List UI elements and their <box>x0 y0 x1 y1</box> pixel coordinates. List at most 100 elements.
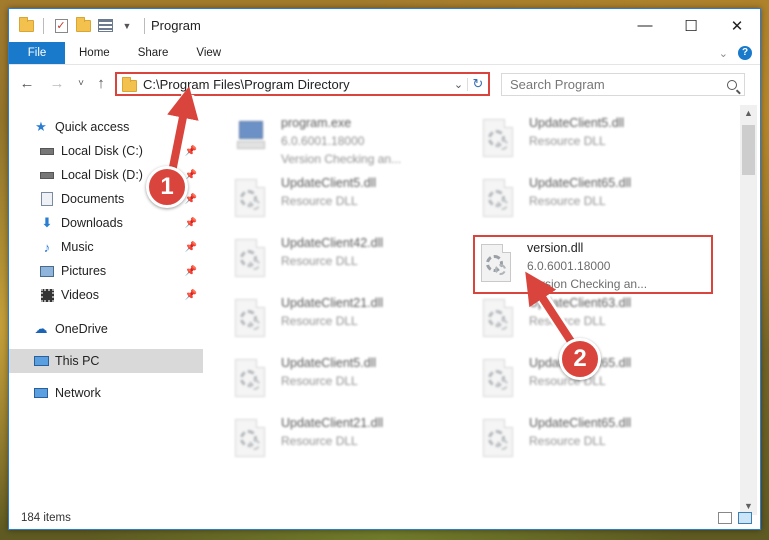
address-bar[interactable]: C:\Program Files\Program Directory ⌄ ↻ <box>115 72 490 96</box>
star-icon: ★ <box>35 119 47 134</box>
dll-file-icon <box>235 299 273 343</box>
sidebar-item-local-disk-c[interactable]: Local Disk (C:) 📌 <box>39 139 203 163</box>
forward-button[interactable]: → <box>47 73 67 93</box>
file-name: UpdateClient21.dll <box>281 416 384 430</box>
dll-file-icon <box>235 359 273 403</box>
network-icon <box>33 385 49 401</box>
file-name: UpdateClient65.dll <box>529 416 632 430</box>
up-button[interactable]: ↑ <box>91 73 111 93</box>
sidebar-item-label: Network <box>55 386 101 400</box>
scrollbar-thumb[interactable] <box>742 125 755 175</box>
dll-file-icon <box>483 359 521 403</box>
dll-file-icon <box>483 419 521 463</box>
search-input[interactable]: Search Program <box>510 77 605 92</box>
search-box[interactable]: Search Program <box>501 73 745 96</box>
file-version: 6.0.6001.18000 <box>281 134 365 148</box>
sidebar-item-network[interactable]: Network <box>33 381 203 405</box>
back-button[interactable]: ← <box>17 73 37 93</box>
pin-icon: 📌 <box>184 241 197 253</box>
file-tile[interactable]: UpdateClient5.dll Resource DLL <box>229 175 465 229</box>
properties-check-icon[interactable]: ✓ <box>52 17 70 35</box>
address-dropdown-chevron-icon[interactable]: ⌄ <box>450 77 468 91</box>
sidebar-item-quick-access[interactable]: ★ Quick access <box>33 115 203 139</box>
search-icon[interactable] <box>727 79 737 90</box>
videos-icon <box>39 287 55 303</box>
file-tile[interactable]: UpdateClient21.dll Resource DLL <box>229 295 465 349</box>
sidebar-item-downloads[interactable]: ⬇ Downloads 📌 <box>39 211 203 235</box>
sidebar-item-pictures[interactable]: Pictures 📌 <box>39 259 203 283</box>
large-icons-view-icon[interactable] <box>738 512 752 524</box>
file-name: UpdateClient5.dll <box>281 356 377 370</box>
navigation-pane: ★ Quick access Local Disk (C:) 📌 Local D… <box>9 105 205 505</box>
item-count: 184 items <box>21 512 71 524</box>
dll-file-icon <box>235 239 273 283</box>
file-tile[interactable]: UpdateClient5.dll Resource DLL <box>229 355 465 409</box>
pin-icon: 📌 <box>184 145 197 157</box>
dll-file-icon <box>483 179 521 223</box>
sidebar-item-label: Local Disk (C:) <box>61 144 143 158</box>
file-name: UpdateClient5.dll <box>281 176 377 190</box>
new-folder-icon[interactable] <box>74 16 92 35</box>
sidebar-item-label: Downloads <box>61 216 123 230</box>
title-bar: ✓ ▼ Program — ☐ ✕ <box>9 9 760 42</box>
sidebar-item-music[interactable]: ♪ Music 📌 <box>39 235 203 259</box>
file-tile[interactable]: UpdateClient42.dll Resource DLL <box>229 235 465 289</box>
close-button[interactable]: ✕ <box>714 9 760 42</box>
sidebar-item-label: Quick access <box>55 120 130 134</box>
expand-ribbon-chevron-icon[interactable]: ⌄ <box>719 47 728 60</box>
tab-file[interactable]: File <box>9 42 65 64</box>
minimize-button[interactable]: — <box>622 9 668 42</box>
explorer-window: ✓ ▼ Program — ☐ ✕ File Home Share View ⌄… <box>8 8 761 530</box>
file-list: program.exe 6.0.6001.18000 Version Check… <box>205 105 739 505</box>
file-tile[interactable]: UpdateClient21.dll Resource DLL <box>229 415 465 469</box>
sidebar-item-label: Documents <box>61 192 125 206</box>
window-controls: — ☐ ✕ <box>622 9 760 42</box>
pictures-icon <box>39 263 55 279</box>
scroll-up-arrow-icon[interactable]: ▲ <box>740 105 757 122</box>
file-tile[interactable]: UpdateClient5.dll Resource DLL <box>477 115 713 169</box>
file-name: UpdateClient42.dll <box>281 236 384 250</box>
dll-file-icon <box>235 419 273 463</box>
sidebar-item-onedrive[interactable]: ☁ OneDrive <box>33 317 203 341</box>
address-path[interactable]: C:\Program Files\Program Directory <box>143 77 350 92</box>
details-view-icon[interactable] <box>718 512 732 524</box>
sidebar-item-videos[interactable]: Videos 📌 <box>39 283 203 307</box>
file-type: Resource DLL <box>281 434 358 448</box>
file-tile-version-dll[interactable]: version.dll 6.0.6001.18000 Version Check… <box>473 235 713 294</box>
download-icon: ⬇ <box>41 215 53 230</box>
file-tile[interactable]: UpdateClient65.dll Resource DLL <box>477 415 713 469</box>
refresh-icon[interactable]: ↻ <box>468 76 488 92</box>
maximize-button[interactable]: ☐ <box>668 9 714 42</box>
sidebar-item-label: Local Disk (D:) <box>61 168 143 182</box>
file-name: UpdateClient65.dll <box>529 176 632 190</box>
folder-icon <box>122 76 137 92</box>
tab-view[interactable]: View <box>182 42 235 64</box>
properties-icon[interactable] <box>96 17 114 35</box>
customize-toolbar-chevron-icon[interactable]: ▼ <box>118 17 136 35</box>
ribbon-tabs: File Home Share View ⌄ ? <box>9 42 760 65</box>
recent-locations-button[interactable]: ˅ <box>71 73 91 93</box>
music-icon: ♪ <box>43 239 51 255</box>
sidebar-item-label: Videos <box>61 288 99 302</box>
status-bar: 184 items <box>9 506 760 530</box>
help-icon[interactable]: ? <box>738 46 752 60</box>
sidebar-item-label: This PC <box>55 354 100 368</box>
vertical-scrollbar[interactable]: ▲ ▼ <box>740 105 757 515</box>
drive-icon <box>39 167 55 183</box>
file-name: version.dll <box>527 241 584 255</box>
sidebar-item-label: OneDrive <box>55 322 108 336</box>
tab-home[interactable]: Home <box>65 42 124 64</box>
pin-icon: 📌 <box>184 265 197 277</box>
drive-icon <box>39 143 55 159</box>
sidebar-item-label: Pictures <box>61 264 107 278</box>
sidebar-item-this-pc[interactable]: This PC <box>9 349 203 373</box>
file-tile[interactable]: UpdateClient63.dll Resource DLL <box>477 295 713 349</box>
file-type: Resource DLL <box>281 314 358 328</box>
cloud-icon: ☁ <box>34 321 48 336</box>
file-tile[interactable]: UpdateClient65.dll Resource DLL <box>477 175 713 229</box>
file-tile[interactable]: program.exe 6.0.6001.18000 Version Check… <box>229 115 465 169</box>
pin-icon: 📌 <box>184 193 197 205</box>
tab-share[interactable]: Share <box>124 42 183 64</box>
file-type: Resource DLL <box>281 374 358 388</box>
documents-icon <box>39 191 55 207</box>
